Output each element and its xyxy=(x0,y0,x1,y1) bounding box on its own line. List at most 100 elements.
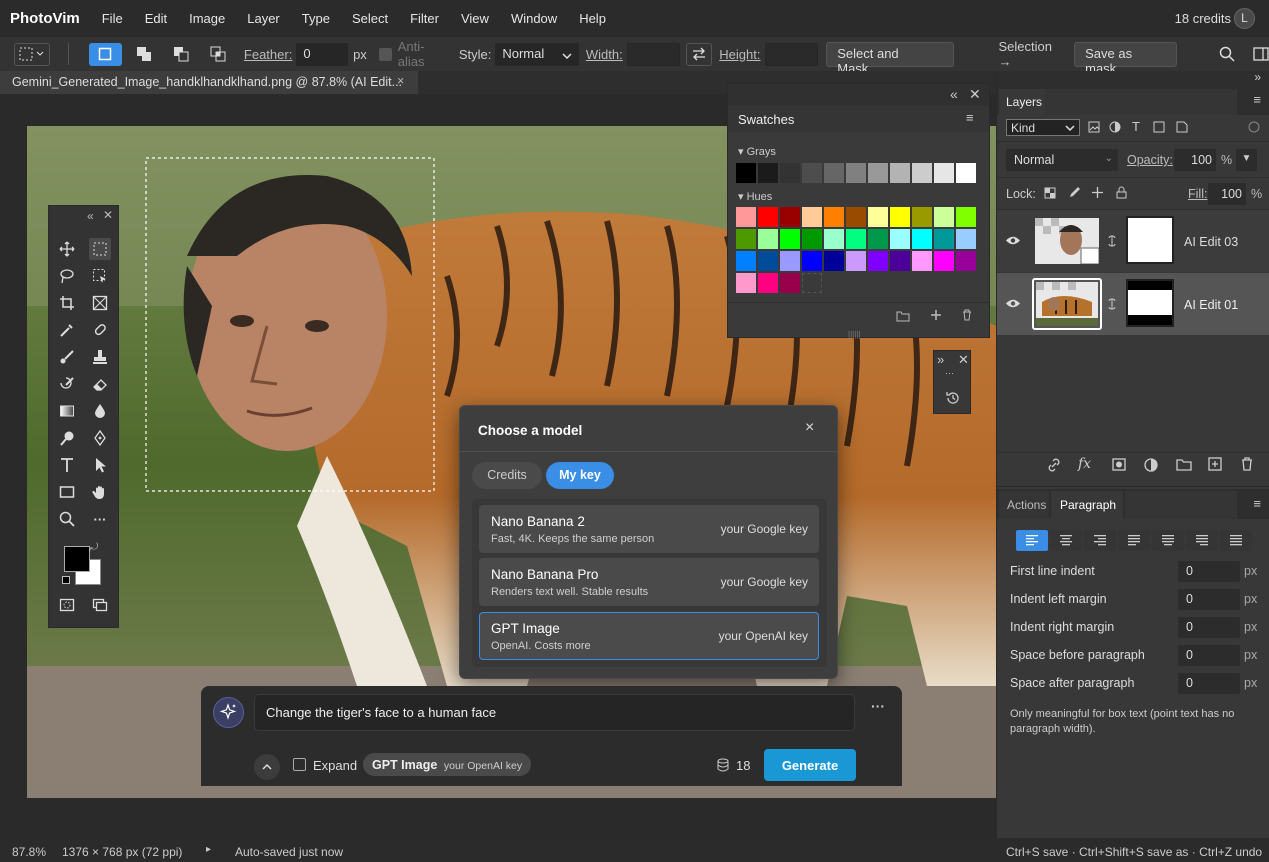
screen-mode-icon[interactable] xyxy=(89,594,111,616)
swatch[interactable] xyxy=(890,163,910,183)
swatch[interactable] xyxy=(934,229,954,249)
healing-brush-tool-icon[interactable] xyxy=(89,319,111,341)
rectangle-tool-icon[interactable] xyxy=(56,481,78,503)
swatch[interactable] xyxy=(846,251,866,271)
empty-swatch-slot[interactable] xyxy=(802,273,822,293)
layer-name[interactable]: AI Edit 01 xyxy=(1184,298,1238,312)
opacity-input[interactable]: 100 xyxy=(1174,149,1216,171)
new-selection-button[interactable] xyxy=(88,42,122,66)
crop-tool-icon[interactable] xyxy=(56,292,78,314)
swatch[interactable] xyxy=(758,207,778,227)
swatch[interactable] xyxy=(758,229,778,249)
generate-button[interactable]: Generate xyxy=(764,749,856,781)
setting-input[interactable]: 0 xyxy=(1178,645,1240,666)
swatch[interactable] xyxy=(780,251,800,271)
ai-sparkle-button[interactable] xyxy=(213,697,244,728)
swap-colors-icon[interactable]: ⤾ xyxy=(90,542,98,553)
lock-all-icon[interactable] xyxy=(1116,186,1127,199)
swatch[interactable] xyxy=(912,229,932,249)
frame-tool-icon[interactable] xyxy=(89,292,111,314)
swatch[interactable] xyxy=(912,163,932,183)
layer-link-icon[interactable] xyxy=(1108,298,1116,310)
swatch[interactable] xyxy=(736,273,756,293)
filter-pixel-icon[interactable] xyxy=(1088,121,1100,133)
zoom-level[interactable]: 87.8% xyxy=(12,845,46,859)
antialias-checkbox[interactable] xyxy=(378,47,392,61)
marquee-tool-icon[interactable] xyxy=(89,238,111,260)
paragraph-tab[interactable]: Paragraph xyxy=(1051,491,1123,519)
swatch[interactable] xyxy=(824,251,844,271)
credits-counter[interactable]: 18 credits xyxy=(1175,11,1231,26)
menu-edit[interactable]: Edit xyxy=(145,11,167,26)
hand-tool-icon[interactable] xyxy=(89,481,111,503)
opacity-dropdown-button[interactable]: ▼ xyxy=(1236,149,1257,171)
panel-close-icon[interactable]: ✕ xyxy=(969,86,981,103)
expand-checkbox[interactable] xyxy=(293,758,306,771)
swatch[interactable] xyxy=(846,207,866,227)
swatch[interactable] xyxy=(824,229,844,249)
history-brush-tool-icon[interactable] xyxy=(56,373,78,395)
swatch[interactable] xyxy=(890,251,910,271)
visibility-eye-icon[interactable] xyxy=(1005,298,1021,309)
menu-image[interactable]: Image xyxy=(189,11,225,26)
justify-right-button[interactable] xyxy=(1186,530,1218,551)
swatch[interactable] xyxy=(934,163,954,183)
filter-type-icon[interactable]: T xyxy=(1132,119,1140,134)
type-tool-icon[interactable] xyxy=(56,454,78,476)
justify-left-button[interactable] xyxy=(1118,530,1150,551)
swatch[interactable] xyxy=(758,163,778,183)
pen-tool-icon[interactable] xyxy=(89,427,111,449)
swatch[interactable] xyxy=(956,229,976,249)
menu-help[interactable]: Help xyxy=(579,11,606,26)
subtract-selection-button[interactable] xyxy=(164,43,197,66)
swatch[interactable] xyxy=(802,251,822,271)
swatch[interactable] xyxy=(956,251,976,271)
history-icon[interactable] xyxy=(945,390,961,406)
brush-tool-icon[interactable] xyxy=(56,346,78,368)
setting-input[interactable]: 0 xyxy=(1178,673,1240,694)
style-select[interactable]: Normal xyxy=(495,42,579,66)
swatch[interactable] xyxy=(824,207,844,227)
add-mask-icon[interactable] xyxy=(1112,458,1126,471)
layer-mask-thumbnail[interactable] xyxy=(1126,216,1174,264)
swatch[interactable] xyxy=(846,163,866,183)
menu-filter[interactable]: Filter xyxy=(410,11,439,26)
setting-input[interactable]: 0 xyxy=(1178,617,1240,638)
align-left-button[interactable] xyxy=(1016,530,1048,551)
layer-row[interactable]: AI Edit 03 xyxy=(997,210,1269,272)
layer-link-icon[interactable] xyxy=(1108,235,1116,247)
expand-panel-icon[interactable]: » xyxy=(937,352,944,367)
setting-input[interactable]: 0 xyxy=(1178,561,1240,582)
avatar[interactable]: L xyxy=(1234,8,1255,29)
quick-mask-icon[interactable] xyxy=(56,594,78,616)
menu-view[interactable]: View xyxy=(461,11,489,26)
justify-center-button[interactable] xyxy=(1152,530,1184,551)
swatch[interactable] xyxy=(912,207,932,227)
direct-select-tool-icon[interactable] xyxy=(89,454,111,476)
layer-name[interactable]: AI Edit 03 xyxy=(1184,235,1238,249)
swatch[interactable] xyxy=(736,229,756,249)
feather-input[interactable]: 0 xyxy=(296,42,349,66)
layer-effects-icon[interactable]: fx xyxy=(1078,456,1091,472)
foreground-color-swatch[interactable] xyxy=(64,546,90,572)
swatch[interactable] xyxy=(736,207,756,227)
lock-pixels-icon[interactable] xyxy=(1068,186,1080,199)
gradient-tool-icon[interactable] xyxy=(56,400,78,422)
new-group-icon[interactable] xyxy=(896,310,910,322)
swatch[interactable] xyxy=(868,163,888,183)
intersect-selection-button[interactable] xyxy=(201,43,234,66)
layers-tab[interactable]: Layers xyxy=(999,89,1045,115)
eyedropper-tool-icon[interactable] xyxy=(56,319,78,341)
swatch[interactable] xyxy=(736,251,756,271)
status-expand-icon[interactable]: ▸ xyxy=(206,844,211,855)
align-center-button[interactable] xyxy=(1050,530,1082,551)
collapse-prompt-button[interactable] xyxy=(254,754,280,780)
filter-adjustment-icon[interactable] xyxy=(1109,121,1121,133)
width-input[interactable] xyxy=(626,42,681,66)
layer-row-selected[interactable]: AI Edit 01 xyxy=(997,273,1269,335)
new-group-icon[interactable] xyxy=(1176,458,1192,471)
blur-tool-icon[interactable] xyxy=(89,400,111,422)
zoom-tool-icon[interactable] xyxy=(56,508,78,530)
swatch[interactable] xyxy=(868,207,888,227)
save-as-mask-button[interactable]: Save as mask xyxy=(1074,41,1178,76)
